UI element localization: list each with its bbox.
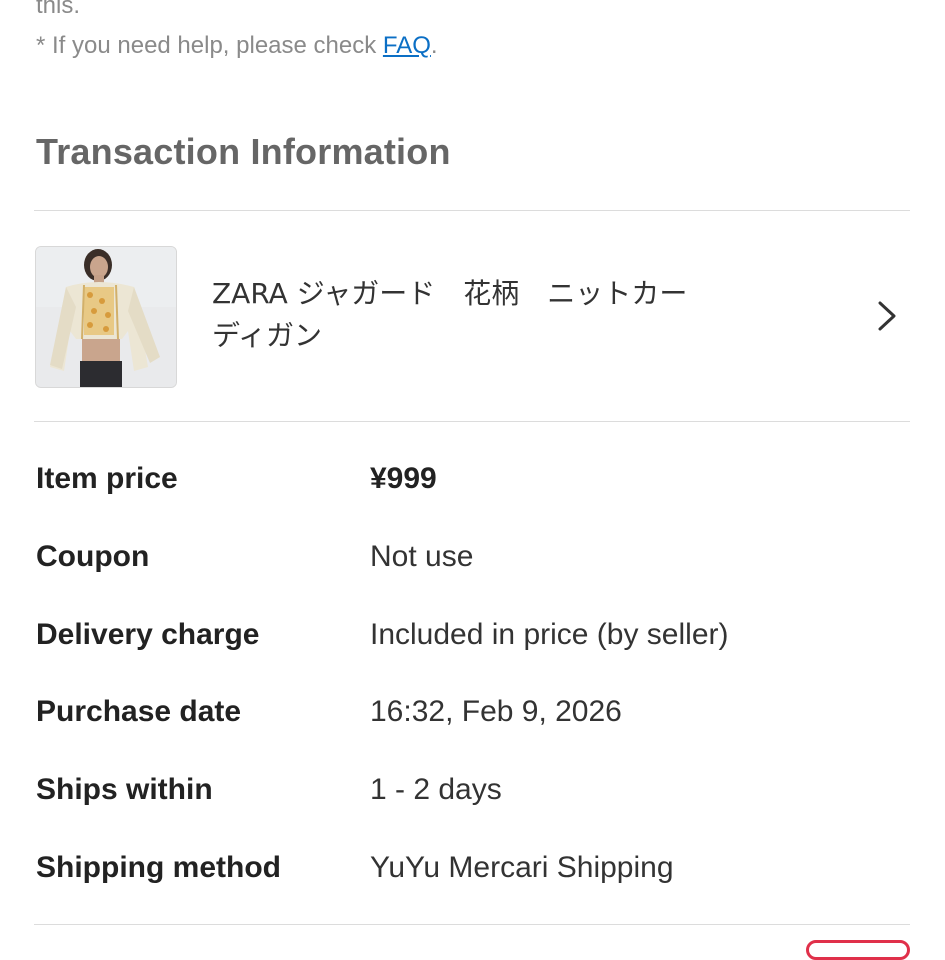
- detail-label: Item price: [36, 462, 178, 495]
- detail-label: Ships within: [36, 773, 213, 806]
- detail-value: YuYu Mercari Shipping: [370, 851, 674, 884]
- product-photo-icon: [36, 247, 176, 387]
- detail-value: Included in price (by seller): [370, 618, 729, 651]
- item-name-line2: ディガン: [212, 319, 323, 352]
- help-note-prefix: * If you need help, please check: [36, 32, 383, 59]
- detail-row-coupon: Coupon Not use: [36, 527, 896, 587]
- detail-row-item-price: Item price ¥999: [36, 449, 896, 509]
- detail-row-purchase-date: Purchase date 16:32, Feb 9, 2026: [36, 682, 896, 742]
- divider: [34, 924, 910, 925]
- help-note-suffix: .: [430, 32, 438, 59]
- detail-label: Shipping method: [36, 851, 281, 884]
- help-note-line1: this.: [36, 0, 81, 19]
- divider: [34, 421, 910, 422]
- faq-link[interactable]: FAQ: [383, 32, 431, 59]
- item-thumbnail: [35, 246, 177, 388]
- help-note-line2: * If you need help, please check FAQ.: [36, 26, 438, 66]
- action-button-partial[interactable]: [806, 940, 910, 960]
- detail-label: Purchase date: [36, 695, 242, 728]
- item-name: ZARA ジャガード 花柄 ニットカー ディガン: [212, 273, 772, 357]
- detail-value: 16:32, Feb 9, 2026: [370, 695, 622, 728]
- item-link-row[interactable]: ZARA ジャガード 花柄 ニットカー ディガン: [34, 211, 910, 421]
- detail-row-delivery-charge: Delivery charge Included in price (by se…: [36, 605, 896, 665]
- detail-row-ships-within: Ships within 1 - 2 days: [36, 760, 896, 820]
- item-name-line1: ZARA ジャガード 花柄 ニットカー: [212, 277, 688, 310]
- detail-label: Delivery charge: [36, 618, 260, 651]
- detail-label: Coupon: [36, 540, 150, 573]
- detail-value: Not use: [370, 540, 474, 573]
- detail-row-shipping-method: Shipping method YuYu Mercari Shipping: [36, 838, 896, 898]
- section-title: Transaction Information: [36, 131, 451, 172]
- detail-value: ¥999: [370, 462, 437, 495]
- detail-value: 1 - 2 days: [370, 773, 502, 806]
- help-note: this. * If you need help, please check F…: [36, 0, 438, 66]
- chevron-right-icon: [878, 301, 896, 331]
